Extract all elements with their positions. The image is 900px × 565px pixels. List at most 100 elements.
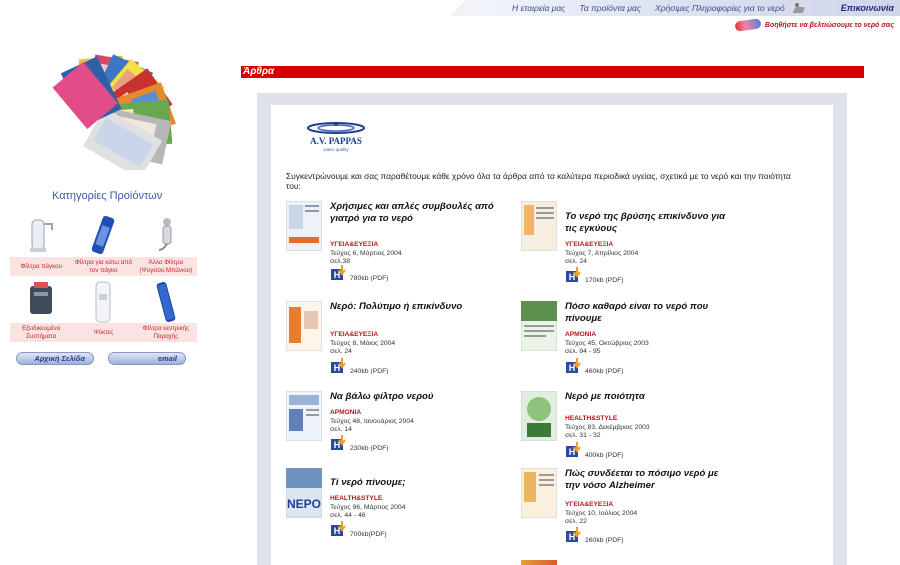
central-filter-icon <box>151 280 181 326</box>
shower-filter-icon <box>151 214 181 256</box>
system-filter-icon <box>24 280 58 322</box>
pdf-download-icon: H <box>330 435 348 452</box>
article-title[interactable]: Χρήσιμες και απλές συμβουλές από γιατρό … <box>330 201 500 225</box>
article-item: Χρήσιμες και απλές συμβουλές από γιατρό … <box>285 200 506 282</box>
article-item: Πόσο καθαρό είναι το νερό που πίνουμε ΑΡ… <box>520 300 741 381</box>
article-title[interactable]: Νερό με ποιότητα <box>565 391 735 403</box>
article-issue: Τεύχος 6, Μάρτιος 2004 <box>330 250 402 257</box>
article-source: HEALTH&STYLE <box>565 415 618 422</box>
product-categories: Φίλτρα πάγκου Φίλτρα για κάτω από τον πά… <box>10 210 197 342</box>
product-category-special-systems[interactable]: Εξειδικευμένα Συστήματα <box>10 276 73 342</box>
product-category-coolers[interactable]: Ψύκτες <box>72 276 135 342</box>
article-issue: Τεύχος 7, Απρίλιος 2004 <box>565 250 639 257</box>
pdf-size: 400kb (PDF) <box>585 452 624 459</box>
product-category-under-sink[interactable]: Φίλτρα για κάτω από τον πάγκο <box>72 210 135 276</box>
nav-link-contact[interactable]: Επικοινωνία <box>841 3 894 13</box>
water-pill-icon <box>734 18 762 32</box>
pdf-download-link[interactable]: H 230kb (PDF) <box>330 435 389 452</box>
pdf-download-link[interactable]: H 460kb (PDF) <box>565 358 624 375</box>
article-page: σελ. 22 <box>565 518 587 525</box>
water-cooler-icon <box>90 280 116 326</box>
faucet-filter-icon <box>26 214 56 256</box>
improve-water-link[interactable]: Βοηθήστε να βελτιώσουμε το νερό σας <box>734 18 894 32</box>
nav-link-company[interactable]: Η εταιρεία μας <box>512 3 565 13</box>
product-category-label: Φίλτρα για κάτω από τον πάγκο <box>72 257 135 276</box>
content-frame: A.V. PAPPAS water quality Συγκεντρώνουμε… <box>257 93 847 565</box>
pdf-download-link[interactable]: H 240kb (PDF) <box>330 358 389 375</box>
pdf-size: 230kb (PDF) <box>350 445 389 452</box>
article-page: σελ.38 <box>330 258 351 265</box>
article-item: Να βάλω φίλτρο νερού ΑΡΜΟΝΙΑ Τεύχος 48, … <box>285 390 506 471</box>
section-title: Άρθρα <box>241 66 864 78</box>
top-nav: Η εταιρεία μας Τα προϊόντα μας Χρήσιμες … <box>451 0 900 16</box>
pdf-size: 240kb (PDF) <box>350 368 389 375</box>
article-title[interactable]: Τί νερό πίνουμε; <box>330 477 500 489</box>
pdf-download-link[interactable]: H 400kb (PDF) <box>565 442 624 459</box>
article-page: σελ. 31 - 32 <box>565 432 601 439</box>
content-panel: A.V. PAPPAS water quality Συγκεντρώνουμε… <box>271 105 833 565</box>
product-category-label: Φίλτρα πάγκου <box>10 257 73 276</box>
nav-link-water-info[interactable]: Χρήσιμες Πληροφορίες για το νερό <box>655 3 785 13</box>
article-page: σελ. 44 - 46 <box>330 512 366 519</box>
home-button[interactable]: Αρχική Σελίδα <box>16 352 94 365</box>
magazine-cover-image <box>285 300 323 352</box>
article-issue: Τεύχος 45, Οκτώβριος 2003 <box>565 340 649 347</box>
magazine-cover-image <box>521 560 557 565</box>
pdf-download-icon: H <box>330 521 348 538</box>
pdf-download-icon: H <box>330 265 348 282</box>
magazine-cover-image <box>520 200 558 252</box>
article-source: ΥΓΕΙΑ&ΕΥΕΞΙΑ <box>330 241 379 248</box>
pdf-download-icon: H <box>565 527 583 544</box>
article-item: Πώς συνδέεται το πόσιμο νερό με την νόσο… <box>520 467 741 548</box>
product-category-label: Άλλα Φίλτρα (Ψυγείου,Μπάνιου) <box>134 257 197 276</box>
article-title[interactable]: Να βάλω φίλτρο νερού <box>330 391 500 403</box>
magazine-cover-image <box>285 200 323 252</box>
article-title[interactable]: Νερό: Πολύτιμο ή επικίνδυνο <box>330 301 500 313</box>
intro-text: Συγκεντρώνουμε και σας παραθέτουμε κάθε … <box>286 171 791 191</box>
article-source: HEALTH&STYLE <box>330 495 383 502</box>
article-source: ΥΓΕΙΑ&ΕΥΕΞΙΑ <box>565 241 614 248</box>
article-source: ΥΓΕΙΑ&ΕΥΕΞΙΑ <box>565 501 614 508</box>
logo-subtext: water quality <box>323 147 349 152</box>
article-issue: Τεύχος 8, Μάιος 2004 <box>330 340 396 347</box>
article-title[interactable]: Πώς συνδέεται το πόσιμο νερό με την νόσο… <box>565 468 735 492</box>
pdf-size: 460kb (PDF) <box>585 368 624 375</box>
product-category-central-filters[interactable]: Φίλτρα κεντρικής Παροχής <box>134 276 197 342</box>
pdf-download-icon: H <box>565 442 583 459</box>
person-pointing-icon <box>793 2 807 14</box>
article-page: σελ. 24 <box>565 258 587 265</box>
article-title[interactable]: Το νερό της βρύσης επικίνδυνο για τις εγ… <box>565 211 735 235</box>
pdf-download-link[interactable]: H 170kb (PDF) <box>565 267 624 284</box>
email-button[interactable]: email <box>108 352 186 365</box>
article-source: ΥΓΕΙΑ&ΕΥΕΞΙΑ <box>330 331 379 338</box>
article-issue: Τεύχος 83, Δεκέμβριος 2003 <box>565 424 650 431</box>
product-category-counter-filters[interactable]: Φίλτρα πάγκου <box>10 210 73 276</box>
article-item: ΝΕΡΟ Τί νερό πίνουμε; HEALTH&STYLE Τεύχο… <box>285 467 506 548</box>
pdf-size: 780kb (PDF) <box>350 275 389 282</box>
magazine-cover-image <box>520 390 558 442</box>
article-page: σελ. 14 <box>330 426 352 433</box>
pdf-size: 170kb (PDF) <box>585 277 624 284</box>
article-page: σελ. 24 <box>330 348 352 355</box>
svg-text:ΝΕΡΟ: ΝΕΡΟ <box>287 497 321 511</box>
magazine-collage-image <box>28 10 188 179</box>
pdf-download-link[interactable]: H 260kb (PDF) <box>565 527 624 544</box>
pdf-download-link[interactable]: H 780kb (PDF) <box>330 265 389 282</box>
improve-water-text: Βοηθήστε να βελτιώσουμε το νερό σας <box>764 21 894 29</box>
article-item: Το νερό της βρύσης επικίνδυνο για τις εγ… <box>520 200 741 284</box>
article-title[interactable]: Πόσο καθαρό είναι το νερό που πίνουμε <box>565 301 735 325</box>
categories-title: Κατηγορίες Προϊόντων <box>52 190 163 202</box>
pdf-download-link[interactable]: H 700kb(PDF) <box>330 521 387 538</box>
article-issue: Τεύχος 96, Μάρτιος 2004 <box>330 504 406 511</box>
article-issue: Τεύχος 10, Ιούλιος 2004 <box>565 510 638 517</box>
magazine-cover-image <box>520 300 558 352</box>
pdf-download-icon: H <box>565 267 583 284</box>
logo-text: A.V. PAPPAS <box>310 136 362 146</box>
article-item: Νερό: Πολύτιμο ή επικίνδυνο ΥΓΕΙΑ&ΕΥΕΞΙΑ… <box>285 300 506 381</box>
pdf-size: 700kb(PDF) <box>350 531 387 538</box>
company-logo: A.V. PAPPAS water quality <box>304 120 368 154</box>
article-page: σελ. 94 - 95 <box>565 348 601 355</box>
nav-link-products[interactable]: Τα προϊόντα μας <box>579 3 641 13</box>
product-category-other-filters[interactable]: Άλλα Φίλτρα (Ψυγείου,Μπάνιου) <box>134 210 197 276</box>
article-source: ΑΡΜΟΝΙΑ <box>330 409 362 416</box>
